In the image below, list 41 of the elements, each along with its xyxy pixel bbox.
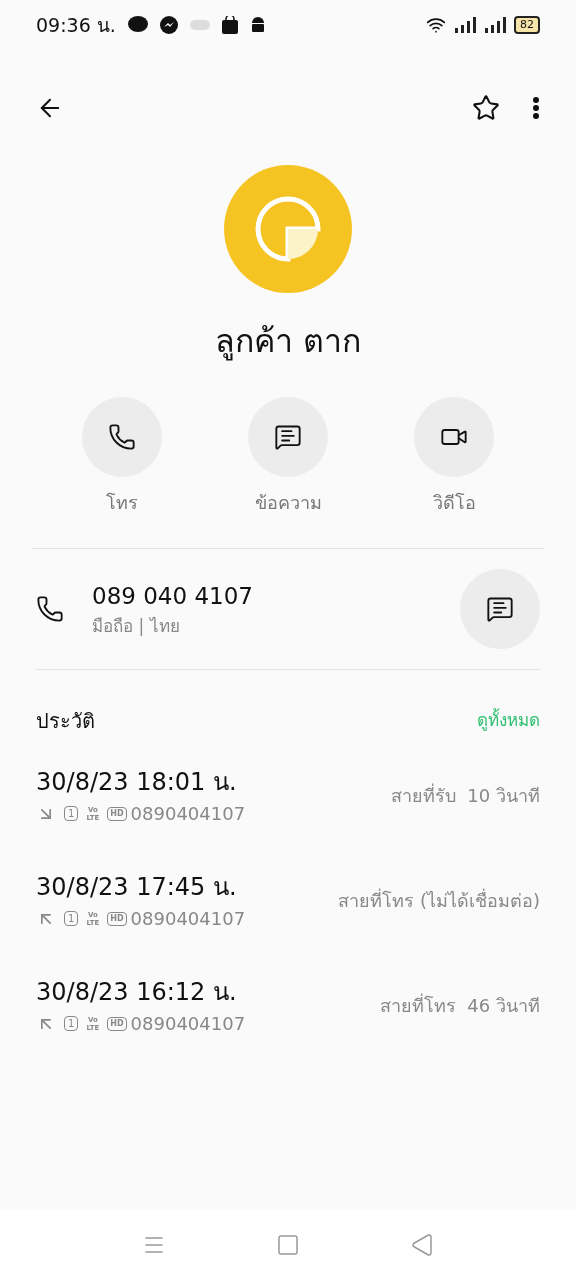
phone-number: 089 040 4107	[92, 582, 254, 611]
phone-icon	[108, 423, 136, 451]
square-icon	[276, 1233, 300, 1257]
hd-badge: HD	[107, 1016, 127, 1031]
call-status: สายที่รับ 10 วินาที	[390, 782, 540, 808]
messenger-icon	[159, 16, 178, 34]
sim-badge: 1	[64, 806, 79, 821]
more-button[interactable]	[532, 95, 540, 120]
chat-bubble-icon	[127, 16, 148, 34]
call-number: 0890404107	[130, 1012, 246, 1036]
message-icon	[486, 595, 514, 623]
section-title: ประวัติ	[36, 708, 95, 735]
call-time: 30/8/23 16:12 น.	[36, 977, 238, 1008]
call-time: 30/8/23 17:45 น.	[36, 872, 238, 903]
sim-badge: 1	[64, 1016, 79, 1031]
status-time: 09:36 น.	[36, 12, 116, 38]
favorite-button[interactable]	[472, 93, 500, 122]
hd-badge: HD	[107, 806, 127, 821]
call-status: สายที่โทร (ไม่ได้เชื่อมต่อ)	[338, 887, 540, 913]
call-time: 30/8/23 18:01 น.	[36, 767, 238, 798]
phone-icon	[36, 595, 64, 623]
star-icon	[472, 93, 500, 122]
message-icon	[274, 423, 302, 451]
call-number: 0890404107	[130, 802, 246, 826]
shopping-bag-icon	[221, 16, 238, 34]
call-number: 0890404107	[130, 907, 246, 931]
call-status: สายที่โทร 46 วินาที	[379, 992, 540, 1018]
signal-icon	[454, 17, 476, 33]
phone-type: มือถือ | ไทย	[92, 614, 181, 638]
more-icon	[532, 95, 540, 120]
wifi-icon	[426, 15, 446, 35]
hd-badge: HD	[107, 911, 127, 926]
action-label: ข้อความ	[254, 491, 322, 515]
action-label: วิดีโอ	[432, 491, 476, 515]
triangle-icon	[410, 1233, 434, 1257]
signal-icon	[484, 17, 506, 33]
action-label: โทร	[106, 491, 138, 515]
battery-icon: 82	[514, 16, 540, 34]
sim-badge: 1	[64, 911, 79, 926]
back-nav-button[interactable]	[410, 1233, 434, 1257]
contact-name: ลูกค้า ตาก	[213, 321, 363, 363]
